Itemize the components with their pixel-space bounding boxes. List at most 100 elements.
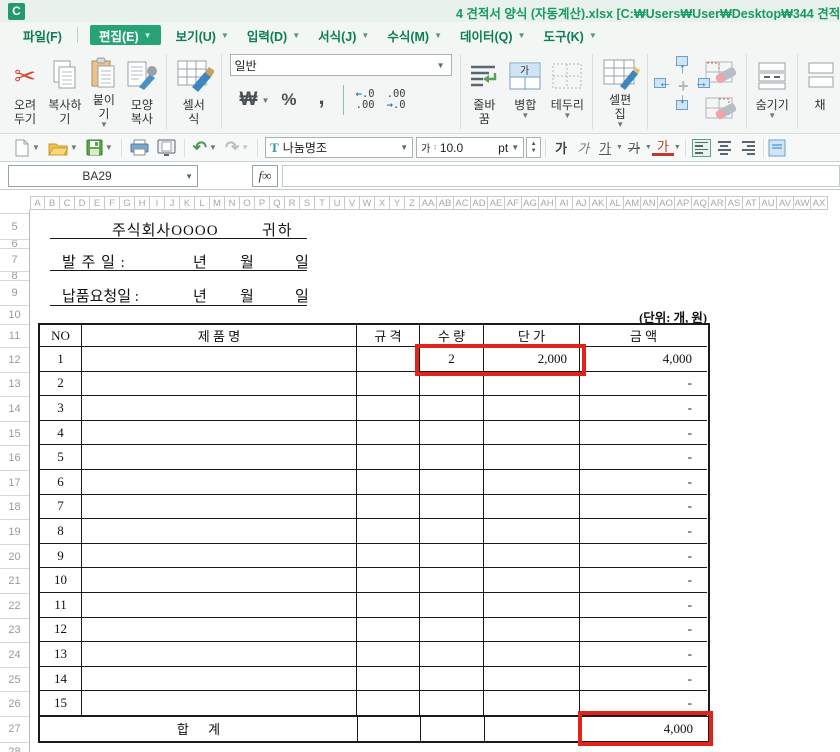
save-button[interactable]: ▼ [82, 137, 117, 159]
unit-price-cell[interactable] [484, 445, 580, 470]
column-header-H[interactable]: H [135, 196, 150, 210]
column-header-AJ[interactable]: AJ [573, 196, 590, 210]
column-header-AE[interactable]: AE [488, 196, 505, 210]
column-header-AK[interactable]: AK [590, 196, 607, 210]
cell-edit-button[interactable]: 셀편집 ▼ [597, 52, 643, 131]
column-header-AO[interactable]: AO [658, 196, 675, 210]
unit-price-cell[interactable] [484, 420, 580, 446]
row-header-25[interactable]: 25 [0, 668, 29, 693]
amount-cell[interactable]: - [580, 593, 707, 618]
cell-format-button[interactable]: 셀서식 [171, 52, 217, 131]
comma-button[interactable]: , [309, 84, 337, 116]
month-label[interactable]: 월 [240, 251, 254, 272]
font-name-select[interactable]: T 나눔명조 ▼ [265, 137, 414, 158]
qty-cell[interactable] [420, 396, 484, 421]
column-header-AG[interactable]: AG [522, 196, 539, 210]
column-header-Y[interactable]: Y [390, 196, 405, 210]
qty-cell[interactable] [421, 715, 485, 741]
column-header-AF[interactable]: AF [505, 196, 522, 210]
bold-button[interactable]: 가 [550, 138, 572, 157]
no-cell[interactable]: 3 [40, 396, 82, 421]
month-label[interactable]: 월 [240, 285, 254, 306]
align-center-button[interactable] [715, 139, 734, 157]
column-header-AA[interactable]: AA [420, 196, 437, 210]
print-button[interactable] [126, 137, 153, 159]
header-cell[interactable]: 제 품 명 [82, 325, 357, 347]
italic-button[interactable]: 가 [572, 138, 594, 157]
no-cell[interactable]: 4 [40, 420, 82, 446]
amount-cell[interactable]: - [580, 445, 707, 470]
paste-button[interactable]: 붙이기 ▼ [86, 52, 122, 131]
column-header-AB[interactable]: AB [437, 196, 454, 210]
align-right-button[interactable] [738, 139, 757, 157]
spec-cell[interactable] [357, 543, 420, 569]
row-header-12[interactable]: 12 [0, 348, 29, 373]
unit-price-cell[interactable] [484, 592, 580, 618]
row-header-28[interactable]: 28 [0, 743, 29, 752]
no-cell[interactable]: 10 [40, 568, 82, 593]
product-name-cell[interactable] [82, 691, 357, 716]
year-label[interactable]: 년 [193, 251, 207, 272]
column-header-AD[interactable]: AD [471, 196, 488, 210]
column-header-B[interactable]: B [45, 196, 60, 210]
unit-price-cell[interactable] [484, 691, 580, 716]
borders-button[interactable]: 테두리 ▼ [546, 52, 588, 131]
spec-cell[interactable] [358, 715, 421, 741]
menu-데이터Q[interactable]: 데이터(Q) ▼ [451, 25, 534, 45]
column-header-AL[interactable]: AL [607, 196, 624, 210]
product-name-cell[interactable] [82, 568, 357, 593]
qty-cell[interactable] [420, 568, 484, 593]
day-label[interactable]: 일 [295, 251, 309, 272]
header-cell[interactable]: NO [40, 325, 82, 347]
column-header-F[interactable]: F [105, 196, 120, 210]
menu-파일F[interactable]: 파일(F) [14, 25, 71, 45]
erase-column-icon[interactable] [702, 94, 742, 126]
cut-button[interactable]: ✂ 오려두기 [6, 52, 44, 131]
font-color-button[interactable]: 가 [651, 140, 674, 156]
no-cell[interactable]: 12 [40, 617, 82, 643]
column-header-X[interactable]: X [375, 196, 390, 210]
row-header-23[interactable]: 23 [0, 619, 29, 644]
product-name-cell[interactable] [82, 396, 357, 421]
amount-cell[interactable]: - [580, 618, 707, 643]
no-cell[interactable]: 11 [40, 592, 82, 618]
product-name-cell[interactable] [82, 494, 357, 520]
row-header-24[interactable]: 24 [0, 643, 29, 668]
amount-cell[interactable]: - [580, 396, 707, 421]
unit-price-cell[interactable] [484, 568, 580, 593]
column-header-G[interactable]: G [120, 196, 135, 210]
amount-cell[interactable]: - [580, 372, 707, 397]
column-header-AX[interactable]: AX [811, 196, 828, 210]
honorific-cell[interactable]: 귀하 [262, 219, 294, 240]
amount-cell[interactable]: - [580, 495, 707, 520]
amount-cell[interactable]: 4,000 [580, 347, 707, 372]
spec-cell[interactable] [357, 592, 420, 618]
arrow-right-icon[interactable]: → [694, 74, 708, 90]
column-header-S[interactable]: S [300, 196, 315, 210]
strikethrough-button[interactable]: 가 [623, 138, 645, 157]
column-header-AR[interactable]: AR [709, 196, 726, 210]
copy-button[interactable]: 복사하기 [44, 52, 86, 131]
no-cell[interactable]: 13 [40, 642, 82, 667]
row-header-5[interactable]: 5 [0, 214, 29, 240]
insert-cells-cluster[interactable]: + ↑ ← → ↓ [652, 54, 710, 114]
column-header-R[interactable]: R [285, 196, 300, 210]
font-size-spinner[interactable]: ▲ ▼ [526, 137, 542, 158]
amount-cell[interactable]: - [580, 544, 707, 569]
column-header-A[interactable]: A [30, 196, 45, 210]
qty-cell[interactable] [420, 543, 484, 569]
amount-cell[interactable]: - [580, 470, 707, 495]
qty-cell[interactable] [420, 617, 484, 643]
product-name-cell[interactable] [82, 592, 357, 618]
format-painter-button[interactable]: 모양복사 [122, 52, 162, 131]
quotation-table[interactable]: NO 제 품 명규 격수 량단 가금 액 1 2 2,000 4,000 2-3-4-5-6… [38, 323, 710, 743]
insert-function-button[interactable]: f∞ [252, 165, 278, 187]
product-name-cell[interactable] [82, 371, 357, 397]
menu-보기U[interactable]: 보기(U) ▼ [167, 25, 238, 45]
qty-cell[interactable] [420, 666, 484, 692]
name-box[interactable]: BA29 ▼ [8, 165, 198, 187]
qty-cell[interactable] [420, 519, 484, 544]
wrap-text-button[interactable]: 줄바꿈 [464, 52, 504, 131]
column-header-P[interactable]: P [255, 196, 270, 210]
qty-cell[interactable] [420, 494, 484, 520]
